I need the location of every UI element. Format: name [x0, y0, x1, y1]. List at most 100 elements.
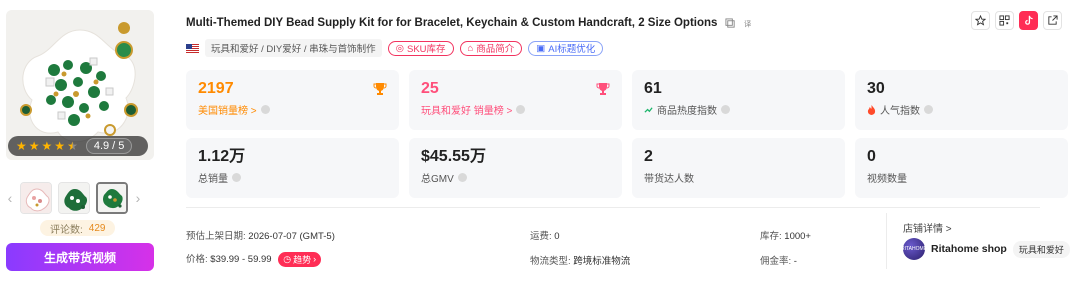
us-sales-rank-card[interactable]: 2197 美国销量榜 > [186, 70, 399, 130]
star-icon: ★ [54, 139, 66, 153]
price-trend-button[interactable]: ◷ 趋势 › [278, 251, 322, 267]
category-sales-rank-value: 25 [421, 80, 439, 97]
stock-value: 1000+ [784, 231, 811, 242]
chevron-left-icon[interactable]: ‹ [6, 190, 14, 206]
chevron-right-icon[interactable]: › [134, 190, 142, 206]
thumbnail-3[interactable] [96, 182, 128, 214]
price-key: 价格: [186, 254, 208, 265]
influencer-count-card: 2 带货达人数 [632, 138, 845, 198]
open-external-button[interactable] [1043, 11, 1062, 30]
product-intro-label: 商品简介 [476, 44, 515, 55]
help-icon[interactable] [516, 105, 526, 114]
review-label: 评论数: [50, 224, 83, 236]
thumbnail-carousel: ‹ › [6, 182, 156, 214]
total-sales-value: 1.12万 [198, 148, 246, 165]
ai-title-pill[interactable]: ▣ AI标题优化 [528, 40, 604, 56]
review-count-badge: 评论数: 429 [40, 220, 116, 236]
clock-icon: ◷ [283, 253, 292, 264]
heat-index-label: 商品热度指数 [657, 106, 717, 117]
bag-icon: ⌂ [467, 42, 474, 54]
influencer-count-label: 带货达人数 [644, 174, 694, 185]
qrcode-icon [999, 15, 1010, 26]
shop-logo[interactable]: RITAHOME [901, 238, 927, 260]
tiktok-button[interactable] [1019, 11, 1038, 30]
stock: 库存: 1000+ [760, 228, 811, 242]
stock-key: 库存: [760, 231, 782, 242]
star-icon: ★ [28, 139, 40, 153]
commission-key: 佣金率: [760, 256, 792, 267]
popularity-index-card: 30 人气指数 [855, 70, 1068, 130]
favorite-button[interactable] [971, 11, 990, 30]
total-sales-label: 总销量 [198, 174, 228, 185]
category-sales-rank-label: 玩具和爱好 销量榜 > [421, 106, 513, 117]
copy-icon[interactable] [725, 17, 736, 29]
total-gmv-card: $45.55万 总GMV [409, 138, 622, 198]
translate-icon[interactable]: 译 [744, 18, 755, 29]
us-sales-rank-value: 2197 [198, 80, 234, 97]
shop-divider [886, 213, 887, 269]
us-sales-rank-label: 美国销量榜 > [198, 106, 257, 117]
shop-name[interactable]: Ritahome shop [931, 243, 1007, 255]
ai-title-label: AI标题优化 [548, 44, 596, 55]
trophy-icon [373, 83, 387, 95]
help-icon[interactable] [924, 105, 933, 114]
fire-icon [867, 104, 876, 115]
logistics-type: 物流类型: 跨境标准物流 [530, 253, 630, 267]
influencer-count-value: 2 [644, 148, 653, 165]
star-icon: ★ [16, 139, 27, 153]
shop-category-badge: 玩具和爱好 [1012, 240, 1070, 258]
shop-info: RITAHOME Ritahome shop 玩具和爱好 [901, 238, 1070, 260]
thumbnail-1[interactable] [20, 182, 52, 214]
category-sales-rank-card[interactable]: 25 玩具和爱好 销量榜 > [409, 70, 622, 130]
heat-index-card: 61 商品热度指数 [632, 70, 845, 130]
popularity-index-label: 人气指数 [880, 106, 920, 117]
video-count-card: 0 视频数量 [855, 138, 1068, 198]
thumbnail-2[interactable] [58, 182, 90, 214]
top-action-icons [971, 11, 1062, 30]
trend-up-icon [644, 107, 653, 113]
review-count: 429 [88, 222, 106, 234]
total-gmv-value: $45.55万 [421, 148, 486, 165]
category-path: 玩具和爱好 / DIY爱好 / 串珠与首饰制作 [205, 39, 382, 57]
product-media-panel: ★ ★ ★ ★ ★ 4.9 / 5 ‹ › 评论数: 429 生成带货视频 [0, 0, 170, 281]
commission-rate: 佣金率: - [760, 253, 797, 267]
qrcode-button[interactable] [995, 11, 1014, 30]
tiktok-icon [1025, 15, 1033, 25]
video-count-value: 0 [867, 148, 876, 165]
shipping-fee: 运费: 0 [530, 228, 560, 242]
video-count-label: 视频数量 [867, 174, 907, 185]
eye-icon: ◎ [395, 42, 404, 54]
rating-value: 4.9 / 5 [85, 138, 133, 154]
help-icon[interactable] [721, 105, 730, 114]
ai-icon: ▣ [536, 42, 546, 54]
price-value: $39.99 - 59.99 [210, 254, 272, 265]
us-flag-icon [186, 43, 199, 53]
chevron-right-icon: › [313, 254, 317, 265]
product-intro-pill[interactable]: ⌂ 商品简介 [459, 40, 523, 56]
shop-details-link[interactable]: 店铺详情 > [903, 220, 952, 235]
launch-date: 预估上架日期: 2026-07-07 (GMT-5) [186, 228, 335, 242]
help-icon[interactable] [457, 173, 467, 182]
logistics-value: 跨境标准物流 [573, 256, 631, 267]
generate-video-button[interactable]: 生成带货视频 [6, 243, 154, 271]
total-gmv-label: 总GMV [421, 174, 454, 185]
svg-text:译: 译 [744, 19, 752, 28]
popularity-index-value: 30 [867, 80, 885, 97]
product-title: Multi-Themed DIY Bead Supply Kit for for… [186, 17, 718, 29]
commission-value: - [793, 256, 797, 267]
rating-badge: ★ ★ ★ ★ ★ 4.9 / 5 [8, 136, 148, 156]
sku-stock-pill[interactable]: ◎ SKU库存 [387, 40, 454, 56]
shipping-key: 运费: [530, 231, 552, 242]
trophy-icon [596, 83, 610, 95]
logistics-key: 物流类型: [530, 256, 571, 267]
help-icon[interactable] [260, 105, 270, 114]
star-outline-icon [975, 15, 986, 26]
product-title-row: Multi-Themed DIY Bead Supply Kit for for… [186, 17, 755, 29]
help-icon[interactable] [232, 173, 241, 182]
total-sales-card: 1.12万 总销量 [186, 138, 399, 198]
half-star-icon: ★ [67, 139, 78, 153]
price-trend-label: 趋势 [293, 254, 312, 265]
external-link-icon [1048, 15, 1058, 25]
star-icon: ★ [41, 139, 53, 153]
shipping-value: 0 [554, 231, 560, 242]
